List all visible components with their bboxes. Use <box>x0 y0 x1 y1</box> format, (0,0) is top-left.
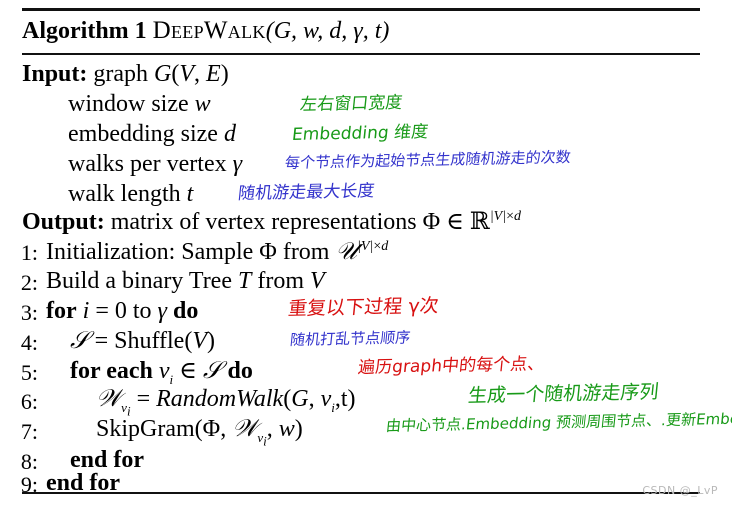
rule-bottom <box>22 492 700 494</box>
algorithm-title: Algorithm 1 DeepWalk(G, w, d, γ, t) <box>22 18 389 43</box>
param-walks-per-vertex: walks per vertex γ <box>68 151 243 177</box>
annotation-step-6: 生成一个随机游走序列 <box>466 381 660 407</box>
step-3-text: for i = 0 to γ do <box>46 298 199 324</box>
watermark: CSDN @_LvP <box>642 484 718 497</box>
step-number: 9: <box>20 472 38 497</box>
step-5-text: for each vi ∈ 𝒮 do <box>70 356 253 387</box>
step-6-text: 𝒲vi = RandomWalk(G, vi,t) <box>96 384 356 419</box>
annotation-walks-per-vertex: 每个节点作为起始节点生成随机游走的次数 <box>284 148 572 172</box>
param-walk-length: walk length t <box>68 181 194 207</box>
step-4-text: 𝒮 = Shuffle(V) <box>70 326 215 354</box>
algorithm-signature: (G, w, d, γ, t) <box>265 18 390 44</box>
output-label: Output: <box>22 209 105 235</box>
step-8-text: end for <box>70 447 144 473</box>
annotation-step-5: 遍历graph中的每个点、 <box>357 354 546 378</box>
rule-top <box>22 8 700 11</box>
input-line: Input: graph G(V, E) <box>22 62 229 86</box>
output-line: Output: matrix of vertex representations… <box>22 209 521 235</box>
step-number: 6: <box>20 389 38 414</box>
annotation-embedding-size: Embedding 维度 <box>291 122 430 145</box>
step-number: 3: <box>20 300 38 325</box>
algorithm-name: DeepWalk <box>152 17 266 44</box>
algorithm-label: Algorithm 1 <box>22 18 147 44</box>
step-number: 7: <box>20 419 38 444</box>
param-embedding-size: embedding size d <box>68 121 236 147</box>
annotation-walk-length: 随机游走最大长度 <box>237 181 376 204</box>
step-number: 5: <box>20 360 38 385</box>
annotation-window-size: 左右窗口宽度 <box>299 92 404 115</box>
step-number: 2: <box>20 270 38 295</box>
step-7-text: SkipGram(Φ, 𝒲vi, w) <box>96 414 303 449</box>
annotation-step-7: 由中心节点.Embedding 预测周围节点、.更新Embe <box>385 409 732 435</box>
step-number: 4: <box>20 330 38 355</box>
output-value: matrix of vertex representations Φ ∈ ℝ|V… <box>110 209 521 235</box>
algorithm-block: Algorithm 1 DeepWalk(G, w, d, γ, t) Inpu… <box>0 0 732 508</box>
step-number: 1: <box>20 240 38 265</box>
annotation-step-4: 随机打乱节点顺序 <box>289 328 412 349</box>
rule-second <box>22 53 700 55</box>
annotation-step-3: 重复以下过程 γ次 <box>286 294 440 320</box>
input-label: Input: <box>22 61 88 87</box>
step-2-text: Build a binary Tree T from V <box>46 268 325 294</box>
input-value: graph G(V, E) <box>93 61 229 87</box>
param-window-size: window size w <box>68 91 211 117</box>
step-1-text: Initialization: Sample Φ from 𝒰|V|×d <box>46 237 389 265</box>
